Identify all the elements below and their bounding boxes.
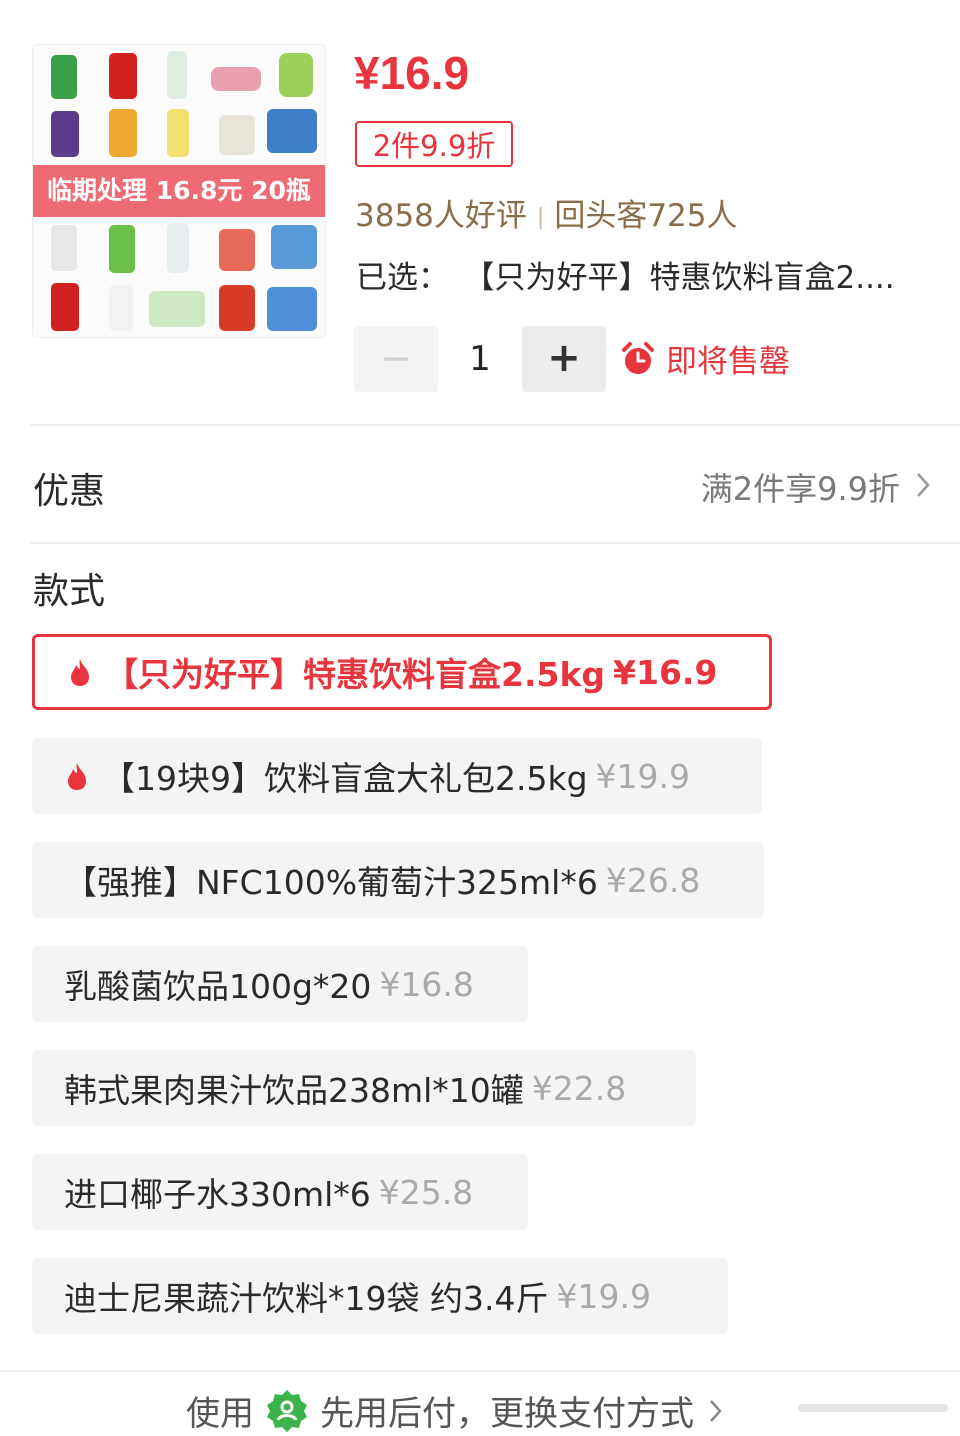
- payment-method-link[interactable]: 使用 先用后付，更换支付方式: [186, 1386, 726, 1435]
- payment-footer[interactable]: 使用 先用后付，更换支付方式: [0, 1370, 960, 1436]
- alarm-clock-icon: [622, 341, 654, 374]
- divider: [30, 542, 960, 544]
- style-option[interactable]: 【强推】NFC100%葡萄汁325ml*6 ¥26.8: [32, 842, 764, 918]
- chevron-right-icon: [710, 1399, 722, 1422]
- chevron-right-icon[interactable]: [912, 470, 934, 500]
- selected-label: 已选：: [356, 260, 449, 296]
- divider: [30, 424, 960, 426]
- style-option-name: 【19块9】饮料盲盒大礼包2.5kg: [102, 759, 588, 798]
- style-option-price: ¥19.9: [556, 1276, 651, 1316]
- style-option-name: 【只为好平】特惠饮料盲盒2.5kg: [105, 655, 606, 694]
- image-banner: 临期处理 16.8元 20瓶: [33, 165, 325, 217]
- style-option-name: 【强推】NFC100%葡萄汁325ml*6: [64, 863, 598, 902]
- quantity-increase-button[interactable]: +: [522, 326, 606, 392]
- style-option-price: ¥16.8: [379, 964, 474, 1004]
- style-option-price: ¥25.8: [378, 1172, 474, 1212]
- styles-title: 款式: [33, 571, 106, 612]
- style-option-price: ¥16.9: [613, 652, 718, 692]
- style-option-name: 进口椰子水330ml*6: [64, 1175, 371, 1214]
- style-option[interactable]: 【19块9】饮料盲盒大礼包2.5kg ¥19.9: [32, 738, 762, 814]
- review-summary: 3858人好评 | 回头客725人: [355, 190, 738, 235]
- good-reviews: 3858人好评: [355, 198, 527, 234]
- separator: |: [536, 205, 545, 230]
- product-image[interactable]: 临期处理 16.8元 20瓶: [32, 44, 326, 338]
- style-option-price: ¥22.8: [531, 1068, 627, 1108]
- style-option-price: ¥26.8: [605, 860, 701, 900]
- use-label: 使用: [186, 1394, 254, 1434]
- style-option-price: ¥19.9: [595, 756, 691, 796]
- home-indicator: [798, 1404, 948, 1412]
- style-option-name: 乳酸菌饮品100g*20: [64, 967, 372, 1006]
- style-option-name: 迪士尼果蔬汁饮料*19袋 约3.4斤: [64, 1279, 549, 1318]
- fire-icon: [71, 659, 89, 686]
- stock-status: 即将售罄: [620, 336, 790, 381]
- quantity-value[interactable]: 1: [440, 326, 520, 392]
- style-option[interactable]: 迪士尼果蔬汁饮料*19袋 约3.4斤 ¥19.9: [32, 1258, 728, 1334]
- selected-variant[interactable]: 已选： 【只为好平】特惠饮料盲盒2....: [356, 252, 936, 297]
- style-option[interactable]: 乳酸菌饮品100g*20 ¥16.8: [32, 946, 528, 1022]
- fire-icon: [68, 763, 86, 790]
- discount-value[interactable]: 满2件享9.9折: [701, 464, 900, 510]
- style-option[interactable]: 【只为好平】特惠饮料盲盒2.5kg ¥16.9: [32, 634, 772, 710]
- pay-later-icon: [267, 1389, 307, 1432]
- quantity-decrease-button[interactable]: −: [354, 326, 438, 392]
- selected-value: 【只为好平】特惠饮料盲盒2....: [479, 260, 895, 296]
- stock-status-label: 即将售罄: [666, 344, 790, 380]
- style-option[interactable]: 进口椰子水330ml*6 ¥25.8: [32, 1154, 528, 1230]
- promo-tag: 2件9.9折: [355, 121, 513, 167]
- repeat-customers: 回头客725人: [554, 198, 738, 234]
- style-option-name: 韩式果肉果汁饮品238ml*10罐: [64, 1071, 524, 1110]
- pay-later-text: 先用后付，更换支付方式: [320, 1394, 694, 1434]
- product-price: ¥16.9: [354, 47, 470, 99]
- discount-title: 优惠: [33, 471, 106, 512]
- style-option[interactable]: 韩式果肉果汁饮品238ml*10罐 ¥22.8: [32, 1050, 696, 1126]
